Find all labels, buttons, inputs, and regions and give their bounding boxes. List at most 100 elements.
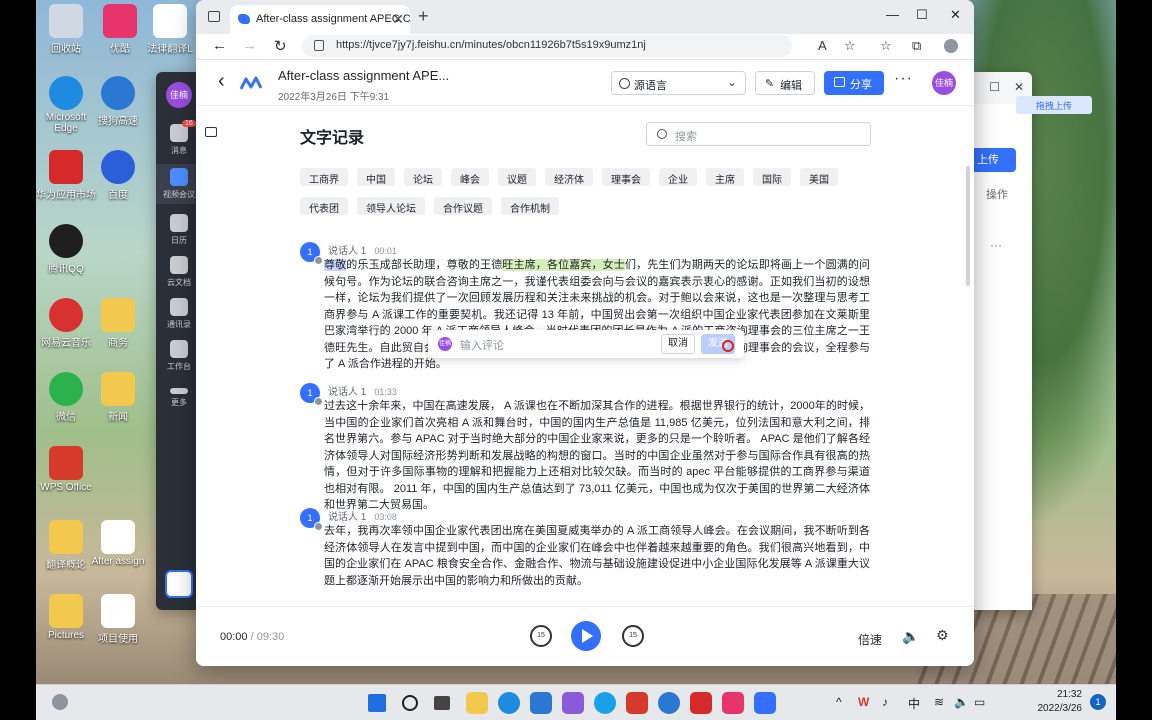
desktop-icon-pictures[interactable]: Pictures: [36, 594, 96, 641]
paragraph-text[interactable]: 去年，我再次率领中国企业家代表团出席在美国夏威夷举办的 A 派工商领导人峰会。在…: [324, 523, 870, 589]
desktop-icon-sogou[interactable]: 搜狗高速: [88, 76, 148, 127]
speaker-icon[interactable]: 🔈: [954, 695, 969, 709]
volume-icon[interactable]: 🔈: [902, 628, 919, 645]
maximize-button[interactable]: ☐: [916, 7, 928, 23]
edge-icon[interactable]: [498, 692, 520, 714]
keyword-tag[interactable]: 论坛: [404, 168, 442, 186]
keyword-tag[interactable]: 理事会: [602, 168, 650, 186]
back-button[interactable]: ‹: [218, 70, 225, 93]
timestamp[interactable]: 00:01: [374, 246, 397, 256]
avatar[interactable]: 佳楠: [166, 82, 192, 108]
ime-app-icon[interactable]: [562, 692, 584, 714]
charts-app-icon[interactable]: [530, 692, 552, 714]
desktop-icon-qq[interactable]: 腾讯QQ: [36, 224, 96, 275]
forward-15-button[interactable]: 15: [622, 625, 644, 647]
close-window-button[interactable]: ✕: [950, 7, 961, 23]
collections-icon[interactable]: ⧉: [912, 38, 921, 54]
youku-icon[interactable]: [722, 692, 744, 714]
desktop-icon-business-folder[interactable]: 商务: [88, 298, 148, 349]
back-icon[interactable]: ←: [212, 37, 227, 54]
desktop-icon-news-folder[interactable]: 新闻: [88, 372, 148, 423]
search-input[interactable]: 搜索: [646, 122, 871, 146]
keyword-tag[interactable]: 企业: [659, 168, 697, 186]
selected-text[interactable]: 尊敬: [324, 259, 347, 271]
desktop-icon-baidu[interactable]: 百度: [88, 150, 148, 201]
mic-icon[interactable]: ♪: [882, 695, 888, 709]
file-explorer-icon[interactable]: [466, 692, 488, 714]
drag-upload-hint[interactable]: 拖拽上传: [1016, 96, 1092, 114]
refresh-icon[interactable]: ↻: [274, 37, 287, 55]
more-button[interactable]: ···: [894, 70, 913, 88]
desktop-icon-huawei-store[interactable]: 华为应用市场: [36, 150, 96, 201]
keyword-tag[interactable]: 经济体: [545, 168, 593, 186]
keyword-tag[interactable]: 领导人论坛: [357, 197, 425, 215]
favorites-icon[interactable]: ☆: [880, 38, 892, 54]
cloud-app-icon[interactable]: [594, 692, 616, 714]
language-select[interactable]: 源语言 ⌄: [611, 71, 746, 95]
play-button[interactable]: [571, 621, 601, 651]
speaker-name[interactable]: 说话人 1: [328, 246, 366, 257]
wps-tray-icon[interactable]: W: [858, 695, 869, 709]
ime-indicator[interactable]: 中: [908, 695, 920, 712]
profile-icon[interactable]: [944, 39, 958, 53]
tab-minutes[interactable]: After-class assignment APEC CEO ✕: [230, 5, 410, 34]
keyword-tag[interactable]: 国际: [753, 168, 791, 186]
speaker-avatar[interactable]: 1: [300, 242, 323, 265]
comment-input[interactable]: 输入评论: [460, 337, 504, 353]
keyword-tag[interactable]: 美国: [800, 168, 838, 186]
paragraph-text[interactable]: 过去这十余年来，中国在高速发展， A 派课也在不断加深其合作的进程。根据世界银行…: [324, 398, 870, 514]
read-aloud-icon[interactable]: A: [818, 38, 827, 53]
close-tab-icon[interactable]: ✕: [392, 11, 404, 28]
avatar[interactable]: 佳楠: [932, 71, 956, 95]
speaker-avatar[interactable]: 1: [300, 508, 323, 531]
notification-badge[interactable]: 1: [1090, 694, 1106, 710]
keyword-tag[interactable]: 主席: [706, 168, 744, 186]
keyword-tag[interactable]: 代表团: [300, 197, 348, 215]
bg-maximize-button[interactable]: ☐: [989, 80, 1000, 94]
keyword-tag[interactable]: 议题: [498, 168, 536, 186]
clock[interactable]: 21:32 2022/3/26: [1038, 688, 1083, 716]
keyword-tag[interactable]: 合作议题: [434, 197, 492, 215]
speaker-name[interactable]: 说话人 1: [328, 512, 366, 523]
keyword-tag[interactable]: 峰会: [451, 168, 489, 186]
desktop-icon-wechat[interactable]: 微信: [36, 372, 96, 423]
outline-toggle-button[interactable]: [200, 122, 222, 144]
sogou-icon[interactable]: [658, 692, 680, 714]
speaker-avatar[interactable]: 1: [300, 383, 323, 406]
url-field[interactable]: https://tjvce7jy7j.feishu.cn/minutes/obc…: [302, 35, 792, 57]
huawei-icon[interactable]: [690, 692, 712, 714]
add-favorite-icon[interactable]: ☆: [844, 38, 856, 54]
wps-icon[interactable]: [626, 692, 648, 714]
desktop-icon-wps[interactable]: WPS Office: [36, 446, 96, 493]
minimize-button[interactable]: —: [886, 7, 899, 22]
gear-icon[interactable]: ⚙: [936, 627, 949, 644]
task-view-icon[interactable]: [434, 696, 450, 710]
desktop-icon-assignment-doc[interactable]: After assign: [88, 520, 148, 567]
share-button[interactable]: 分享: [824, 71, 884, 95]
desktop-icon-recycle-bin[interactable]: 回收站: [36, 4, 96, 55]
widgets-icon[interactable]: [52, 694, 68, 710]
keyword-tag[interactable]: 中国: [357, 168, 395, 186]
desktop-icon-edge[interactable]: Microsoft Edge: [36, 76, 96, 134]
new-tab-button[interactable]: +: [418, 6, 429, 27]
keyword-tag[interactable]: 合作机制: [501, 197, 559, 215]
search-icon[interactable]: [402, 695, 418, 711]
tray-overflow-icon[interactable]: ^: [836, 695, 842, 709]
desktop-icon-netease-music[interactable]: 网易云音乐: [36, 298, 96, 349]
speaker-name[interactable]: 说话人 1: [328, 387, 366, 398]
desktop-icon-legal-doc[interactable]: 法律翻译L: [140, 4, 200, 55]
desktop-icon-translation-folder[interactable]: 翻译概论: [36, 520, 96, 571]
battery-icon[interactable]: ▭: [974, 695, 985, 709]
timestamp[interactable]: 03:08: [374, 512, 397, 522]
cancel-button[interactable]: 取消: [661, 334, 695, 354]
desktop-icon-project-doc[interactable]: 项目使用: [88, 594, 148, 645]
rewind-15-button[interactable]: 15: [530, 625, 552, 647]
edit-button[interactable]: ✎ 编辑: [755, 71, 815, 95]
bg-close-button[interactable]: ✕: [1014, 80, 1024, 94]
speed-button[interactable]: 倍速: [858, 631, 882, 648]
tab-actions-icon[interactable]: [208, 11, 220, 22]
keyword-tag[interactable]: 工商界: [300, 168, 348, 186]
feishu-logo-icon[interactable]: [165, 570, 193, 598]
feishu-icon[interactable]: [754, 692, 776, 714]
row-more-icon[interactable]: ···: [990, 238, 1002, 252]
